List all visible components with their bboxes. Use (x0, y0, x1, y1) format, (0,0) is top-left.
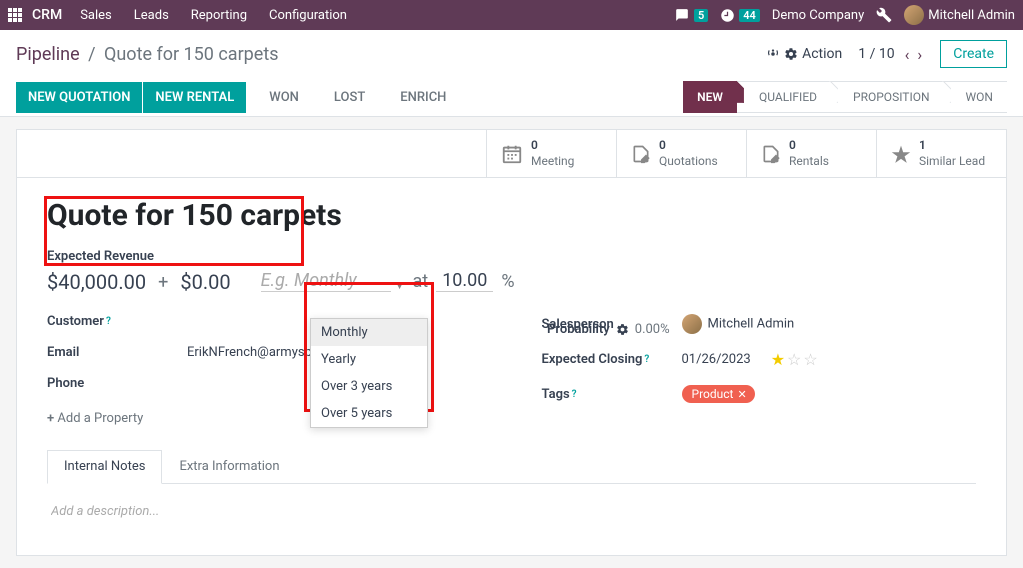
messaging-icon[interactable]: 5 (674, 8, 708, 22)
recurring-plan-input[interactable] (261, 270, 391, 292)
message-count-badge: 5 (694, 9, 708, 22)
user-menu[interactable]: Mitchell Admin (904, 5, 1015, 25)
tools-icon[interactable] (876, 7, 892, 23)
user-name: Mitchell Admin (928, 8, 1015, 23)
record-title[interactable]: Quote for 150 carpets (47, 198, 976, 233)
help-icon[interactable]: ? (572, 389, 577, 400)
action-buttons: NEW QUOTATION NEW RENTAL WON LOST ENRICH (16, 82, 458, 113)
pager-prev[interactable]: ‹ (903, 45, 912, 64)
probability-label: Probability (547, 322, 610, 337)
stat-button-box: 0Meeting 0Quotations 0Rentals 1Similar L… (17, 130, 1006, 178)
gear-icon[interactable] (616, 323, 629, 336)
expected-revenue-value[interactable]: $40,000.00 (47, 270, 146, 294)
dropdown-item-over-5-years[interactable]: Over 5 years (311, 400, 427, 427)
stage-qualified[interactable]: QUALIFIED (737, 81, 831, 113)
customer-label: Customer (47, 314, 104, 329)
notebook: Internal Notes Extra Information (47, 450, 976, 535)
control-panel: Pipeline / Quote for 150 carpets Action … (0, 30, 1023, 117)
dropdown-item-yearly[interactable]: Yearly (311, 346, 427, 373)
menu-configuration[interactable]: Configuration (269, 8, 347, 23)
help-icon[interactable]: ? (106, 316, 111, 327)
action-button[interactable]: Action (766, 46, 842, 62)
top-nav: CRM Sales Leads Reporting Configuration … (0, 0, 1023, 30)
tag-product: Product✕ (682, 385, 755, 403)
breadcrumb: Pipeline / Quote for 150 carpets (16, 44, 279, 65)
company-name[interactable]: Demo Company (772, 8, 864, 23)
stage-won[interactable]: WON (944, 81, 1007, 113)
chevron-down-icon[interactable]: ▼ (395, 281, 405, 292)
breadcrumb-root[interactable]: Pipeline (16, 44, 80, 65)
form-sheet: 0Meeting 0Quotations 0Rentals 1Similar L… (16, 129, 1007, 556)
status-bar: NEW QUALIFIED PROPOSITION WON (683, 81, 1007, 113)
at-label: at (413, 271, 429, 292)
salesperson-avatar (682, 314, 702, 334)
menu-sales[interactable]: Sales (80, 8, 112, 23)
tag-remove-icon[interactable]: ✕ (737, 388, 746, 401)
create-button[interactable]: Create (940, 40, 1007, 68)
tags-label: Tags (542, 387, 570, 402)
document-edit-icon (761, 143, 781, 164)
calendar-icon (501, 142, 523, 164)
apps-icon[interactable] (8, 8, 22, 22)
expected-revenue-label: Expected Revenue (47, 249, 231, 264)
recurring-plan-dropdown: Monthly Yearly Over 3 years Over 5 years (310, 318, 428, 428)
expected-closing-value[interactable]: 01/26/2023 (682, 352, 751, 367)
menu-leads[interactable]: Leads (134, 8, 169, 23)
star-1[interactable]: ★ (771, 350, 785, 369)
tags-value[interactable]: Product✕ (682, 385, 755, 403)
breadcrumb-separator: / (88, 44, 95, 65)
timer-icon[interactable]: 44 (720, 8, 760, 23)
enrich-button[interactable]: ENRICH (388, 82, 458, 113)
add-property-button[interactable]: + Add a Property (47, 411, 143, 426)
description-input[interactable] (51, 504, 972, 519)
probability-percent[interactable]: 10.00 (436, 270, 493, 292)
tab-extra-information[interactable]: Extra Information (162, 450, 296, 483)
dropdown-item-over-3-years[interactable]: Over 3 years (311, 373, 427, 400)
document-edit-icon (631, 143, 651, 164)
percent-sign: % (501, 271, 514, 292)
stage-proposition[interactable]: PROPOSITION (831, 81, 944, 113)
recurring-value[interactable]: $0.00 (180, 270, 230, 294)
stat-meeting[interactable]: 0Meeting (486, 130, 616, 177)
brand[interactable]: CRM (32, 7, 62, 23)
breadcrumb-current: Quote for 150 carpets (104, 44, 279, 65)
won-button[interactable]: WON (257, 82, 311, 113)
priority-stars: ★ ☆ ☆ (771, 350, 818, 369)
menu-reporting[interactable]: Reporting (191, 8, 247, 23)
lost-button[interactable]: LOST (322, 82, 377, 113)
salesperson-value[interactable]: Mitchell Admin (682, 314, 795, 334)
new-quotation-button[interactable]: NEW QUOTATION (16, 82, 142, 113)
star-icon (891, 143, 911, 164)
timer-badge: 44 (739, 9, 760, 22)
new-rental-button[interactable]: NEW RENTAL (143, 82, 246, 113)
expected-closing-label: Expected Closing (542, 352, 643, 367)
email-label: Email (47, 345, 187, 360)
stage-new[interactable]: NEW (683, 81, 737, 113)
pager: 1 / 10 ‹ › (858, 45, 924, 64)
phone-label: Phone (47, 376, 187, 391)
tab-internal-notes[interactable]: Internal Notes (47, 450, 162, 484)
plus-sign: + (158, 272, 168, 293)
star-3[interactable]: ☆ (803, 350, 817, 369)
star-2[interactable]: ☆ (787, 350, 801, 369)
stat-rentals[interactable]: 0Rentals (746, 130, 876, 177)
probability-value: 0.00% (635, 322, 670, 337)
stat-similar-lead[interactable]: 1Similar Lead (876, 130, 1006, 177)
user-avatar (904, 5, 924, 25)
pager-text[interactable]: 1 / 10 (858, 46, 894, 62)
dropdown-item-monthly[interactable]: Monthly (311, 319, 427, 346)
pager-next[interactable]: › (915, 45, 924, 64)
help-icon[interactable]: ? (644, 354, 649, 365)
stat-quotations[interactable]: 0Quotations (616, 130, 746, 177)
